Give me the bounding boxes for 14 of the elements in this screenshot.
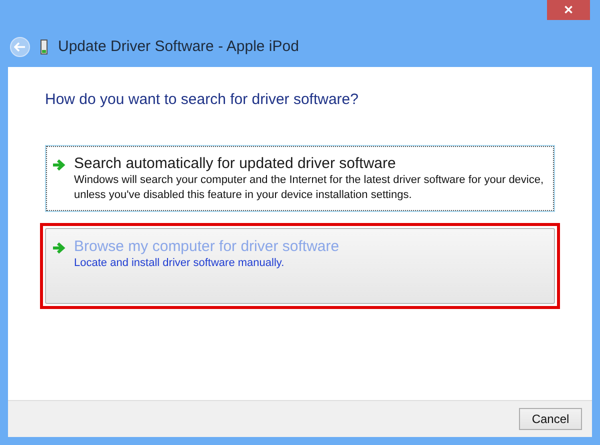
back-arrow-icon xyxy=(14,42,26,52)
arrow-icon xyxy=(52,242,66,254)
option-button[interactable]: Browse my computer for driver software Locate and install driver software manually. xyxy=(45,228,555,304)
option-title: Search automatically for updated driver software xyxy=(74,154,397,172)
option-description: Windows will search your computer and the Internet for the latest driver software for your device, unless you've disabled this feature in your device installation settings. xyxy=(74,172,545,202)
option-description: Locate and install driver software manually. xyxy=(74,256,286,270)
option-button[interactable] xyxy=(45,144,555,212)
device-icon xyxy=(40,39,48,56)
arrow-icon xyxy=(52,158,66,170)
option-title: Browse my computer for driver software xyxy=(74,236,340,256)
cancel-button[interactable]: Cancel xyxy=(519,408,582,430)
heading: How do you want to search for driver software? xyxy=(45,90,360,110)
close-button[interactable]: ✕ xyxy=(547,0,590,20)
window-title: Update Driver Software - Apple iPod xyxy=(58,37,299,57)
